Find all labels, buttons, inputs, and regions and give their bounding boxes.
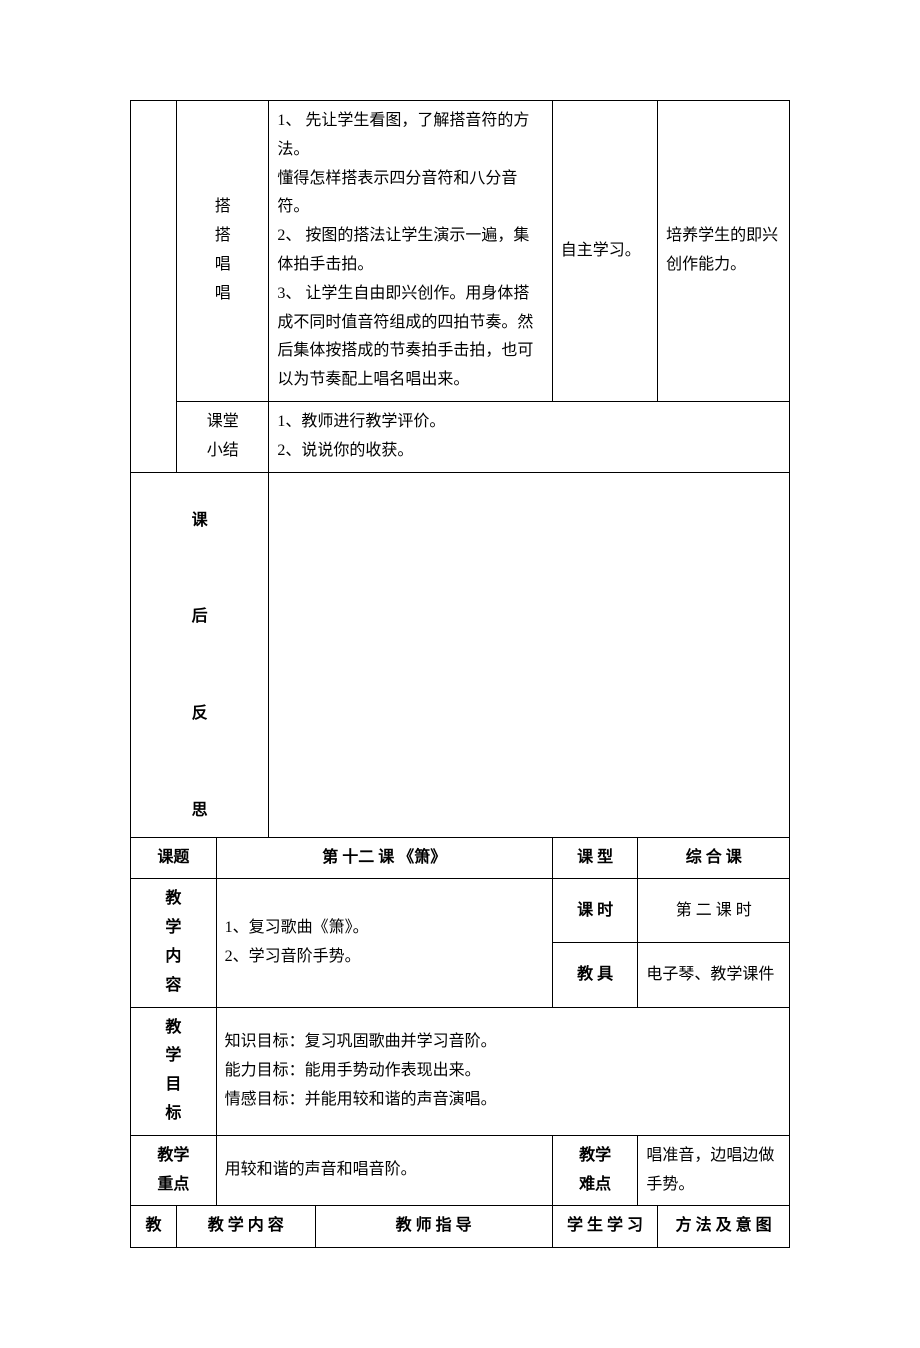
lesson-plan-table: 搭 搭 唱 唱 1、 先让学生看图，了解搭音符的方法。懂得怎样搭表示四分音符和八… [130,100,790,1248]
teacher-guide: 1、 先让学生看图，了解搭音符的方法。懂得怎样搭表示四分音符和八分音符。2、 按… [269,101,552,402]
label-line: 重点 [157,1171,189,1200]
header-col3: 教 师 指 导 [315,1206,552,1248]
period-label: 课 时 [552,879,638,943]
tools-value: 电子琴、教学课件 [638,943,790,1007]
summary-label: 课堂 小结 [177,401,269,472]
goals-row: 教 学 目 标 知识目标：复习巩固歌曲并学习音阶。能力目标：能用手势动作表现出来… [131,1007,790,1135]
content-label: 教 学 内 容 [131,879,217,1007]
reflection-label: 课 后 反 思 [131,472,269,837]
table-row: 搭 搭 唱 唱 1、 先让学生看图，了解搭音符的方法。懂得怎样搭表示四分音符和八… [131,101,790,402]
reflection-char: 课 [139,507,260,536]
period-value: 第 二 课 时 [638,879,790,943]
difficulty-value: 唱准音，边唱边做手势。 [638,1135,790,1206]
topic-value: 第 十二 课 《箫》 [216,837,552,879]
label-char: 教 [165,885,181,914]
label-char: 唱 [215,251,231,280]
goals-label: 教 学 目 标 [131,1007,217,1135]
method-intent: 培养学生的即兴创作能力。 [658,101,790,402]
keypoint-row: 教学 重点 用较和谐的声音和唱音阶。 教学 难点 唱准音，边唱边做手势。 [131,1135,790,1206]
keypoint-value: 用较和谐的声音和唱音阶。 [216,1135,552,1206]
label-char: 搭 [215,222,231,251]
label-char: 唱 [215,280,231,309]
label-char: 目 [165,1071,181,1100]
summary-content: 1、教师进行教学评价。2、说说你的收获。 [269,401,790,472]
header-col2: 教 学 内 容 [177,1206,315,1248]
label-char: 容 [165,972,181,1001]
label-char: 标 [165,1100,181,1129]
reflection-row: 课 后 反 思 [131,472,790,837]
header-row: 教 教 学 内 容 教 师 指 导 学 生 学 习 方 法 及 意 图 [131,1206,790,1248]
label-line: 难点 [579,1171,611,1200]
label-line: 课堂 [207,408,239,437]
student-learning: 自主学习。 [552,101,657,402]
empty-cell [131,101,177,473]
topic-row: 课题 第 十二 课 《箫》 课 型 综 合 课 [131,837,790,879]
goals-value: 知识目标：复习巩固歌曲并学习音阶。能力目标：能用手势动作表现出来。情感目标：并能… [216,1007,789,1135]
reflection-content [269,472,790,837]
difficulty-label: 教学 难点 [552,1135,638,1206]
header-col1: 教 [131,1206,177,1248]
label-char: 搭 [215,193,231,222]
keypoint-label: 教学 重点 [131,1135,217,1206]
label-char: 内 [165,943,181,972]
topic-label: 课题 [131,837,217,879]
header-col5: 方 法 及 意 图 [658,1206,790,1248]
reflection-char: 思 [139,797,260,826]
label-line: 小结 [207,437,239,466]
label-char: 学 [165,914,181,943]
table-row: 课堂 小结 1、教师进行教学评价。2、说说你的收获。 [131,401,790,472]
type-value: 综 合 课 [638,837,790,879]
label-char: 教 [165,1014,181,1043]
label-char: 学 [165,1042,181,1071]
content-row: 教 学 内 容 1、复习歌曲《箫》。2、学习音阶手势。 课 时 第 二 课 时 [131,879,790,943]
content-value: 1、复习歌曲《箫》。2、学习音阶手势。 [216,879,552,1007]
reflection-char: 反 [139,700,260,729]
reflection-char: 后 [139,603,260,632]
label-line: 教学 [157,1142,189,1171]
header-col4: 学 生 学 习 [552,1206,657,1248]
tools-label: 教 具 [552,943,638,1007]
type-label: 课 型 [552,837,638,879]
label-line: 教学 [579,1142,611,1171]
activity-label: 搭 搭 唱 唱 [177,101,269,402]
